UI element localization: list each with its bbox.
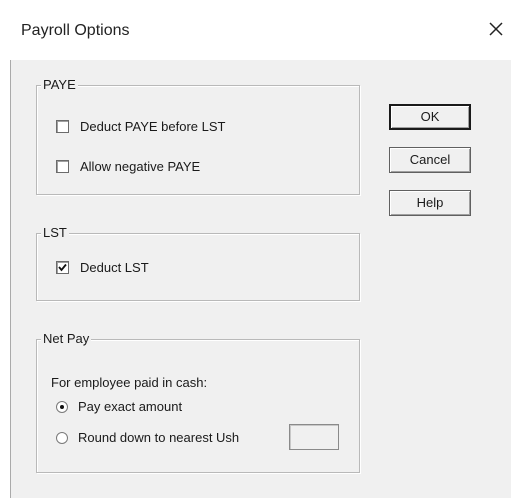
net-pay-group-legend: Net Pay [41, 331, 92, 347]
deduct-lst-checkbox[interactable] [56, 261, 69, 274]
pay-exact-amount-radio[interactable] [56, 401, 68, 413]
cancel-button[interactable]: Cancel [389, 147, 471, 173]
lst-group-legend: LST [41, 225, 69, 241]
title-bar[interactable]: Payroll Options [0, 0, 511, 58]
help-button[interactable]: Help [389, 190, 471, 216]
deduct-paye-before-lst-label[interactable]: Deduct PAYE before LST [80, 119, 225, 135]
deduct-paye-before-lst-checkbox[interactable] [56, 120, 69, 133]
allow-negative-paye-checkbox[interactable] [56, 160, 69, 173]
round-down-label[interactable]: Round down to nearest Ush [78, 430, 239, 446]
ok-button[interactable]: OK [389, 104, 471, 130]
close-icon[interactable] [484, 17, 508, 41]
dialog-title: Payroll Options [21, 22, 130, 39]
cash-payment-description: For employee paid in cash: [51, 375, 208, 390]
paye-group [36, 85, 360, 195]
dialog-left-edge [10, 60, 11, 498]
radio-selected-dot [60, 405, 64, 409]
paye-group-legend: PAYE [41, 77, 78, 93]
pay-exact-amount-label[interactable]: Pay exact amount [78, 399, 182, 415]
checkmark-icon [58, 263, 67, 272]
round-down-radio[interactable] [56, 432, 68, 444]
deduct-lst-label[interactable]: Deduct LST [80, 260, 149, 276]
allow-negative-paye-label[interactable]: Allow negative PAYE [80, 159, 200, 175]
payroll-options-dialog: Payroll Options PAYE Deduct PAYE before … [0, 0, 511, 498]
round-down-amount-input[interactable] [289, 424, 339, 450]
